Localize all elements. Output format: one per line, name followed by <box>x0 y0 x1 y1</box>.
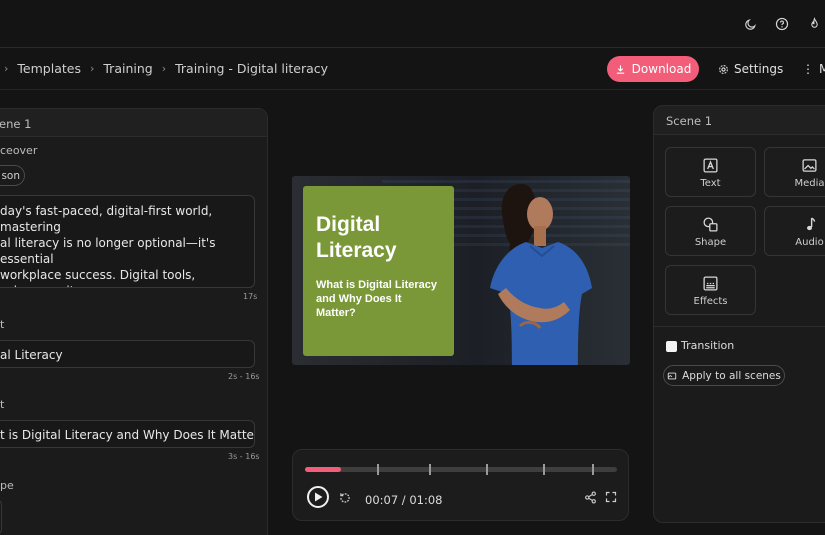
layout-icon <box>667 372 677 379</box>
voice-chip-label: son <box>1 169 20 182</box>
timeline-progress <box>305 467 341 472</box>
breadcrumb-item-templates[interactable]: Templates <box>17 61 81 76</box>
play-icon <box>315 492 323 502</box>
scene-header: ene 1 <box>0 109 267 137</box>
shape-icon <box>702 215 720 233</box>
scene-marker[interactable] <box>486 464 488 475</box>
tool-media[interactable]: Media <box>764 147 825 197</box>
current-time: 00:07 <box>365 493 399 507</box>
settings-button[interactable]: Settings <box>718 62 783 76</box>
download-label: Download <box>631 62 692 76</box>
breadcrumb-item-current[interactable]: Training - Digital literacy <box>175 61 328 76</box>
transition-label[interactable]: Transition <box>681 339 734 352</box>
right-scene-title: Scene 1 <box>666 114 713 128</box>
text-field-1-value: al Literacy <box>0 348 63 362</box>
text-field-2-range: 3s - 16s <box>228 452 260 461</box>
text-field-1-range: 2s - 16s <box>228 372 260 381</box>
share-button[interactable] <box>584 491 597 507</box>
voiceover-script-text: day's fast-paced, digital-first world, m… <box>0 204 216 287</box>
voiceover-script-input[interactable]: day's fast-paced, digital-first world, m… <box>0 195 255 288</box>
effects-icon <box>702 274 720 292</box>
scene-marker[interactable] <box>592 464 594 475</box>
play-button[interactable] <box>307 486 329 508</box>
tool-audio-label: Audio <box>795 237 824 248</box>
time-separator: / <box>398 493 410 507</box>
music-note-icon <box>801 215 819 233</box>
tool-text-label: Text <box>700 178 721 189</box>
time-display: 00:07 / 01:08 <box>365 493 443 507</box>
fullscreen-icon <box>605 491 617 503</box>
scene-marker[interactable] <box>429 464 431 475</box>
voice-chip[interactable]: son <box>0 165 25 186</box>
apply-to-all-button[interactable]: Apply to all scenes <box>663 365 785 386</box>
replay-button[interactable] <box>338 491 352 508</box>
moon-icon[interactable] <box>742 16 758 32</box>
chevron-right-icon: › <box>161 62 167 75</box>
text-field-2-value: t is Digital Literacy and Why Does It Ma… <box>0 428 255 442</box>
video-preview[interactable]: Digital Literacy What is Digital Literac… <box>292 176 630 365</box>
scene-title: ene 1 <box>0 117 32 131</box>
total-time: 01:08 <box>409 493 443 507</box>
text-icon <box>702 156 720 174</box>
replay-icon <box>340 493 350 503</box>
shape-input[interactable] <box>0 499 2 535</box>
settings-label: Settings <box>734 62 784 76</box>
more-label: M <box>819 62 825 76</box>
top-bar <box>0 0 825 48</box>
breadcrumb: › Templates › Training › Training - Digi… <box>0 61 328 76</box>
text-field-2-input[interactable]: t is Digital Literacy and Why Does It Ma… <box>0 420 255 448</box>
download-button[interactable]: Download <box>607 56 699 82</box>
help-icon[interactable] <box>774 16 790 32</box>
right-scene-header: Scene 1 <box>654 106 825 135</box>
apply-to-all-label: Apply to all scenes <box>682 369 781 382</box>
more-button[interactable]: ⋮ M <box>802 62 825 76</box>
transition-checkbox[interactable] <box>666 341 677 352</box>
kebab-icon: ⋮ <box>802 62 814 76</box>
chevron-right-icon: › <box>4 62 9 75</box>
image-icon <box>801 156 819 174</box>
text-field-1-label: t <box>0 318 5 331</box>
voiceover-label: ceover <box>0 144 38 157</box>
breadcrumb-bar: › Templates › Training › Training - Digi… <box>0 48 825 90</box>
fire-icon[interactable] <box>806 16 822 32</box>
tool-text[interactable]: Text <box>665 147 756 197</box>
elements-panel: Scene 1 Text Media Shape Audio Effects T… <box>653 105 825 523</box>
tool-shape[interactable]: Shape <box>665 206 756 256</box>
gear-icon <box>719 64 728 74</box>
download-icon <box>616 64 624 74</box>
text-field-1-input[interactable]: al Literacy <box>0 340 255 368</box>
panel-divider <box>654 326 825 327</box>
shape-label: pe <box>0 479 14 492</box>
script-duration: 17s <box>243 292 258 301</box>
timeline-track[interactable] <box>305 464 617 475</box>
share-icon <box>585 491 596 504</box>
text-field-2-label: t <box>0 398 5 411</box>
video-player-controls: 00:07 / 01:08 <box>292 449 629 521</box>
tool-media-label: Media <box>794 178 825 189</box>
fullscreen-button[interactable] <box>605 491 617 506</box>
breadcrumb-item-training[interactable]: Training <box>103 61 152 76</box>
chevron-right-icon: › <box>89 62 95 75</box>
scene-marker[interactable] <box>543 464 545 475</box>
tool-effects[interactable]: Effects <box>665 265 756 315</box>
scene-marker[interactable] <box>377 464 379 475</box>
tool-effects-label: Effects <box>693 296 728 307</box>
tool-audio[interactable]: Audio <box>764 206 825 256</box>
scene-editor-panel: ene 1 <box>0 108 268 535</box>
tool-shape-label: Shape <box>694 237 727 248</box>
presenter-avatar <box>490 184 592 365</box>
